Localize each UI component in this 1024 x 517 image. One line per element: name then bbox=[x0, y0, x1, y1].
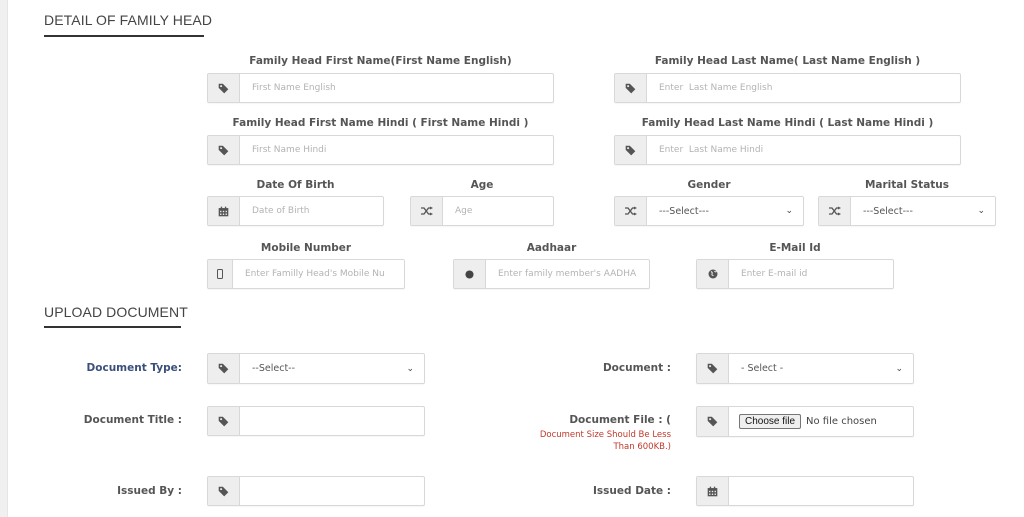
document-select[interactable]: - Select - ⌄ bbox=[729, 354, 913, 383]
shuffle-icon bbox=[819, 197, 851, 225]
document-type-select[interactable]: --Select-- ⌄ bbox=[240, 354, 424, 383]
first-name-en-input[interactable] bbox=[252, 83, 553, 93]
age-group bbox=[410, 196, 554, 226]
aadhaar-label: Aadhaar bbox=[526, 242, 577, 254]
chevron-down-icon: ⌄ bbox=[895, 363, 903, 374]
document-selected-value: - Select - bbox=[741, 363, 784, 374]
section-underline bbox=[44, 326, 181, 328]
first-name-hi-group bbox=[207, 135, 554, 165]
email-group bbox=[696, 259, 894, 289]
issued-by-input[interactable] bbox=[252, 486, 424, 496]
first-name-en-label: Family Head First Name(First Name Englis… bbox=[249, 55, 512, 67]
first-name-hi-label: Family Head First Name Hindi ( First Nam… bbox=[232, 117, 529, 129]
document-group: - Select - ⌄ bbox=[696, 353, 914, 384]
age-label: Age bbox=[470, 179, 494, 191]
marital-status-select[interactable]: ---Select--- ⌄ bbox=[851, 197, 995, 225]
document-title-input[interactable] bbox=[252, 416, 424, 426]
document-type-label: Document Type: bbox=[86, 362, 182, 374]
first-name-en-group bbox=[207, 73, 554, 103]
email-input[interactable] bbox=[741, 269, 893, 279]
shuffle-icon bbox=[615, 197, 647, 225]
last-name-en-group bbox=[614, 73, 961, 103]
issued-date-group bbox=[696, 476, 914, 506]
dob-group bbox=[207, 196, 384, 226]
document-type-group: --Select-- ⌄ bbox=[207, 353, 425, 384]
issued-date-label: Issued Date : bbox=[593, 485, 671, 497]
aadhaar-group bbox=[453, 259, 650, 289]
mobile-group bbox=[207, 259, 405, 289]
last-name-en-input[interactable] bbox=[659, 83, 960, 93]
age-input[interactable] bbox=[455, 206, 553, 216]
chevron-down-icon: ⌄ bbox=[977, 206, 985, 216]
tag-icon bbox=[697, 354, 729, 383]
dob-label: Date Of Birth bbox=[256, 179, 335, 191]
gender-label: Gender bbox=[687, 179, 731, 191]
last-name-hi-group bbox=[614, 135, 961, 165]
file-status: No file chosen bbox=[806, 416, 877, 427]
document-label: Document : bbox=[602, 362, 671, 374]
choose-file-button[interactable]: Choose file bbox=[739, 414, 802, 429]
tag-icon bbox=[208, 407, 240, 435]
gender-group: ---Select--- ⌄ bbox=[614, 196, 804, 226]
last-name-hi-label: Family Head Last Name Hindi ( Last Name … bbox=[641, 117, 934, 129]
tag-icon bbox=[208, 136, 240, 164]
gender-selected-value: ---Select--- bbox=[659, 205, 709, 217]
chevron-down-icon: ⌄ bbox=[785, 206, 793, 216]
tag-icon bbox=[697, 407, 729, 436]
document-size-note-line1: Document Size Should Be Less bbox=[539, 430, 671, 440]
tag-icon bbox=[615, 74, 647, 102]
left-border-strip bbox=[0, 0, 8, 517]
last-name-hi-input[interactable] bbox=[659, 145, 960, 155]
document-title-group bbox=[207, 406, 425, 436]
calendar-icon bbox=[697, 477, 729, 505]
section-title-upload: UPLOAD DOCUMENT bbox=[44, 304, 188, 320]
circle-icon bbox=[454, 260, 486, 288]
tag-icon bbox=[208, 74, 240, 102]
mobile-icon bbox=[208, 260, 233, 288]
shuffle-icon bbox=[411, 197, 443, 225]
document-size-note: Document Size Should Be Less Than 600KB.… bbox=[480, 429, 671, 453]
globe-icon bbox=[697, 260, 729, 288]
issued-by-group bbox=[207, 476, 425, 506]
mobile-input[interactable] bbox=[245, 269, 404, 279]
tag-icon bbox=[208, 477, 240, 505]
section-title-family-head: DETAIL OF FAMILY HEAD bbox=[44, 12, 213, 28]
marital-status-group: ---Select--- ⌄ bbox=[818, 196, 996, 226]
issued-date-input[interactable] bbox=[741, 486, 913, 496]
tag-icon bbox=[208, 354, 240, 383]
first-name-hi-input[interactable] bbox=[252, 145, 553, 155]
section-underline bbox=[44, 35, 204, 37]
document-title-label: Document Title : bbox=[83, 414, 182, 426]
document-size-note-line2: Than 600KB.) bbox=[613, 442, 671, 452]
tag-icon bbox=[615, 136, 647, 164]
calendar-icon bbox=[208, 197, 240, 225]
marital-status-selected-value: ---Select--- bbox=[863, 205, 913, 217]
last-name-en-label: Family Head Last Name( Last Name English… bbox=[654, 55, 921, 67]
email-label: E-Mail Id bbox=[769, 242, 821, 254]
document-file-group: Choose file No file chosen bbox=[696, 406, 914, 437]
issued-by-label: Issued By : bbox=[117, 485, 182, 497]
dob-input[interactable] bbox=[252, 206, 383, 216]
mobile-label: Mobile Number bbox=[260, 242, 352, 254]
aadhaar-input[interactable] bbox=[498, 269, 649, 279]
chevron-down-icon: ⌄ bbox=[406, 363, 414, 374]
marital-status-label: Marital Status bbox=[864, 179, 950, 191]
gender-select[interactable]: ---Select--- ⌄ bbox=[647, 197, 803, 225]
document-type-selected-value: --Select-- bbox=[252, 363, 296, 374]
document-file-label: Document File : ( bbox=[569, 414, 671, 426]
